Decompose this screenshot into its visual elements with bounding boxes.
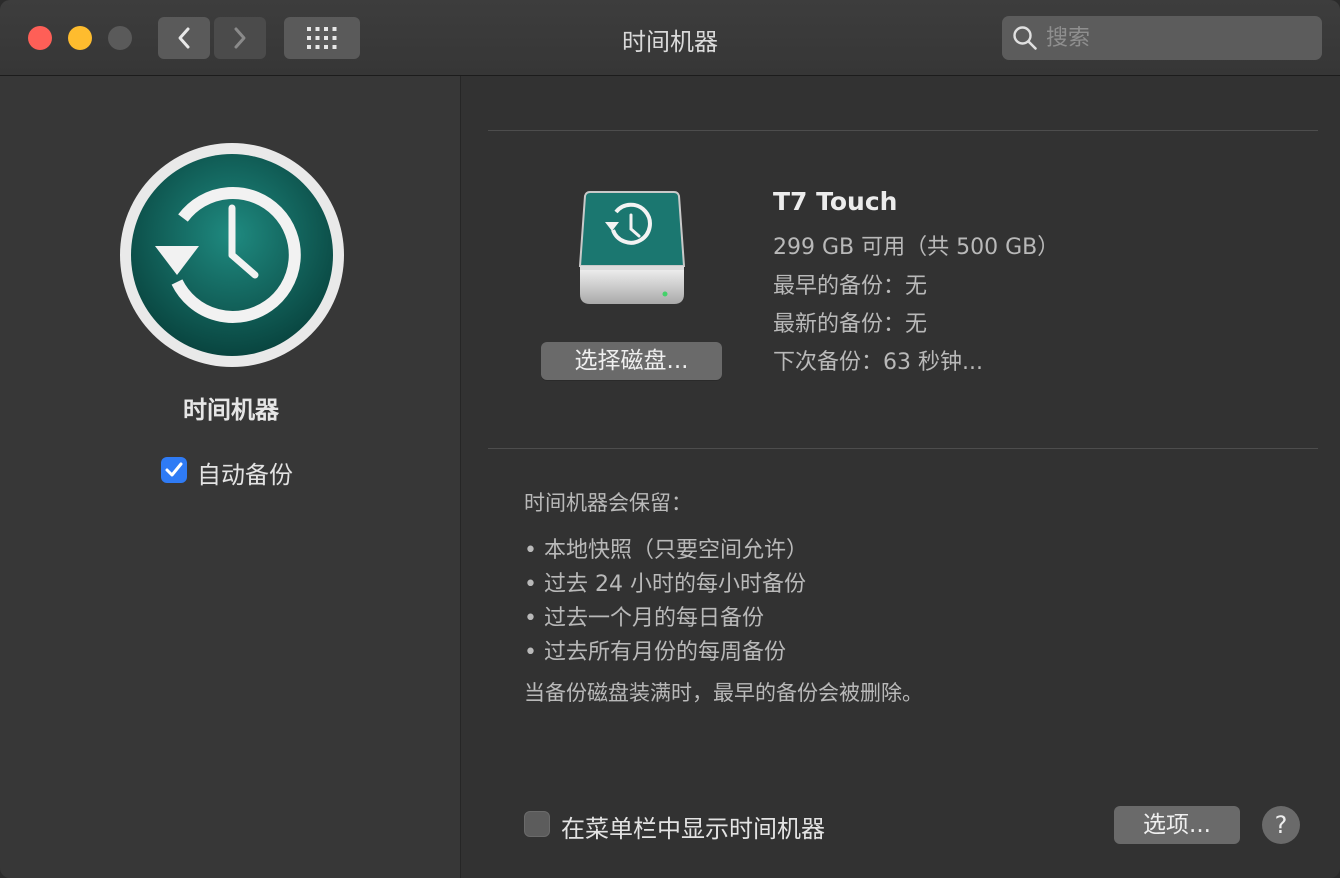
backup-disk-icon [578, 191, 686, 304]
help-button[interactable]: ? [1262, 806, 1300, 844]
disk-name: T7 Touch [773, 187, 898, 216]
show-in-menubar-checkbox[interactable] [524, 811, 550, 837]
list-item: • 过去 24 小时的每小时备份 [524, 572, 806, 597]
chevron-left-icon [178, 27, 190, 49]
divider [488, 448, 1318, 449]
title-bar: 时间机器 [0, 0, 1340, 76]
preferences-window: 时间机器 时间机器 自动备份 [0, 0, 1340, 878]
auto-backup-label[interactable]: 自动备份 [197, 455, 293, 490]
retention-note: 当备份磁盘装满时，最早的备份会被删除。 [524, 681, 923, 705]
disk-capacity: 299 GB 可用（共 500 GB） [773, 235, 1060, 260]
chevron-right-icon [234, 27, 246, 49]
search-field[interactable] [1002, 16, 1322, 60]
auto-backup-checkbox[interactable] [161, 457, 187, 483]
divider [488, 130, 1318, 131]
list-item: • 本地快照（只要空间允许） [524, 538, 808, 563]
retention-title: 时间机器会保留： [524, 491, 692, 515]
checkmark-icon [165, 462, 183, 477]
grid-icon [307, 27, 337, 49]
close-window-button[interactable] [28, 26, 52, 50]
list-item: • 过去一个月的每日备份 [524, 606, 764, 631]
next-backup: 下次备份：63 秒钟... [773, 350, 983, 375]
show-in-menubar-label[interactable]: 在菜单栏中显示时间机器 [561, 809, 825, 844]
search-icon [1013, 26, 1037, 50]
latest-backup: 最新的备份：无 [773, 312, 928, 337]
options-button[interactable]: 选项... [1114, 806, 1240, 844]
zoom-window-button[interactable] [108, 26, 132, 50]
minimize-window-button[interactable] [68, 26, 92, 50]
back-button[interactable] [158, 17, 210, 59]
select-disk-button[interactable]: 选择磁盘... [541, 342, 722, 380]
window-title: 时间机器 [622, 28, 718, 56]
search-input[interactable] [1044, 24, 1308, 52]
sidebar-title: 时间机器 [183, 396, 279, 424]
show-all-button[interactable] [284, 17, 360, 59]
oldest-backup: 最早的备份：无 [773, 274, 928, 299]
forward-button[interactable] [214, 17, 266, 59]
list-item: • 过去所有月份的每周备份 [524, 640, 786, 665]
time-machine-icon [120, 143, 344, 367]
